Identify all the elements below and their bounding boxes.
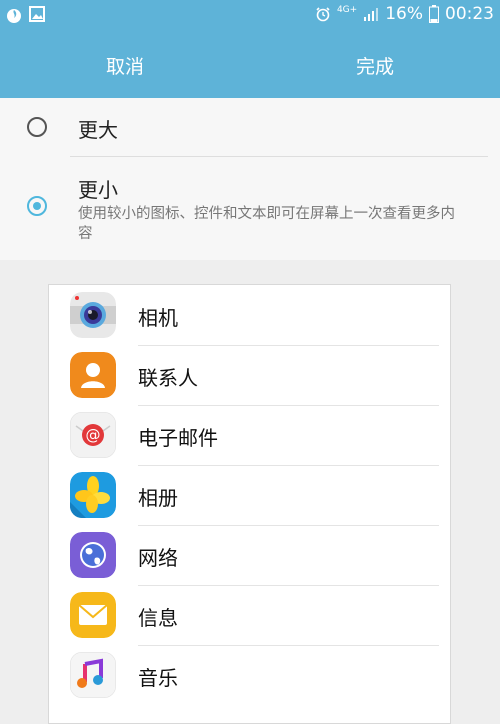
row-divider bbox=[138, 585, 439, 586]
app-label: 音乐 bbox=[138, 666, 178, 690]
list-item: @ 电子邮件 bbox=[49, 405, 452, 465]
preview-card: 相机 联系人 @ 电子邮件 相册 网络 信息 音乐 bbox=[48, 284, 451, 724]
option-smaller-description: 使用较小的图标、控件和文本即可在屏幕上一次查看更多内容 bbox=[78, 206, 455, 242]
battery-percent: 16% bbox=[385, 4, 423, 24]
app-label: 相册 bbox=[138, 486, 178, 510]
network-type: 4G+ bbox=[336, 4, 358, 15]
list-item: 相机 bbox=[49, 285, 452, 345]
row-divider bbox=[138, 405, 439, 406]
action-bar: 取消 完成 bbox=[0, 32, 500, 98]
music-icon bbox=[70, 652, 116, 698]
status-right: 4G+ 16% 00:23 bbox=[315, 4, 494, 24]
radio-larger[interactable] bbox=[27, 117, 47, 137]
row-divider bbox=[138, 345, 439, 346]
app-label: 信息 bbox=[138, 606, 178, 630]
cancel-button[interactable]: 取消 bbox=[0, 32, 250, 98]
list-item: 相册 bbox=[49, 465, 452, 525]
row-divider bbox=[138, 525, 439, 526]
app-label: 网络 bbox=[138, 546, 178, 570]
list-item: 网络 bbox=[49, 525, 452, 585]
gallery-icon bbox=[70, 472, 116, 518]
status-left-icons bbox=[5, 6, 45, 24]
row-divider bbox=[138, 465, 439, 466]
option-smaller-label: 更小 bbox=[78, 178, 118, 202]
contacts-icon bbox=[70, 352, 116, 398]
battery-icon bbox=[429, 5, 439, 23]
alarm-icon bbox=[316, 7, 330, 22]
list-item: 音乐 bbox=[49, 645, 452, 705]
row-divider bbox=[138, 645, 439, 646]
app-label: 电子邮件 bbox=[138, 426, 218, 450]
done-button[interactable]: 完成 bbox=[250, 32, 500, 98]
status-bar: 4G+ 16% 00:23 bbox=[0, 0, 500, 32]
image-icon bbox=[29, 6, 45, 22]
svg-text:@: @ bbox=[86, 426, 101, 444]
clock: 00:23 bbox=[445, 4, 494, 24]
signal-icon bbox=[364, 8, 379, 21]
internet-icon bbox=[70, 532, 116, 578]
app-label: 联系人 bbox=[138, 366, 198, 390]
email-icon: @ bbox=[70, 412, 116, 458]
radio-smaller[interactable] bbox=[27, 196, 47, 216]
camera-icon bbox=[70, 292, 116, 338]
screen-zoom-options: 更大 更小 使用较小的图标、控件和文本即可在屏幕上一次查看更多内容 bbox=[0, 98, 500, 260]
fire-icon bbox=[7, 9, 21, 23]
list-item: 信息 bbox=[49, 585, 452, 645]
option-larger[interactable]: 更大 bbox=[0, 98, 500, 156]
app-label: 相机 bbox=[138, 306, 178, 330]
messages-icon bbox=[70, 592, 116, 638]
option-larger-label: 更大 bbox=[78, 118, 118, 142]
list-item: 联系人 bbox=[49, 345, 452, 405]
